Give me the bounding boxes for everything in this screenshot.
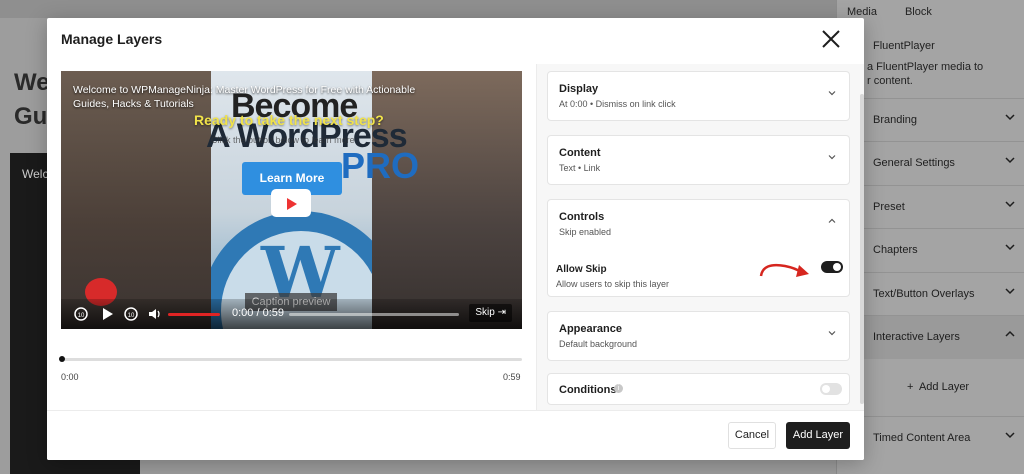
block-title: FluentPlayer <box>873 40 935 52</box>
controls-section[interactable]: Controls Skip enabled Allow Skip Allow u… <box>547 199 850 297</box>
skip-button[interactable]: Skip ⇥ <box>469 304 512 322</box>
chevron-down-icon <box>828 91 836 96</box>
section-subtitle: At 0:00 • Dismiss on link click <box>559 99 676 109</box>
layer-subline: Click the button below to learn more <box>211 135 355 145</box>
modal-footer: Cancel Add Layer <box>47 410 864 460</box>
seek-bar[interactable] <box>289 313 459 316</box>
panel-branding[interactable]: Branding <box>837 98 1024 142</box>
display-section[interactable]: Display At 0:00 • Dismiss on link click <box>547 71 850 121</box>
sidebar-add-layer-label: Add Layer <box>918 381 970 393</box>
chevron-up-icon <box>1005 330 1015 337</box>
settings-scrollbar[interactable] <box>860 94 864 404</box>
volume-icon[interactable] <box>147 306 163 322</box>
annotation-arrow-icon <box>759 263 809 277</box>
video-preview[interactable]: W Become A WordPress PRO Welcome to WPMa… <box>61 71 522 329</box>
thumbnail-text-pro: PRO <box>341 145 420 186</box>
forward-10-icon[interactable]: 10 <box>123 306 139 322</box>
time-display: 0:00 / 0:59 <box>232 307 284 319</box>
panel-preset[interactable]: Preset <box>837 185 1024 229</box>
modal-header: Manage Layers <box>47 18 864 64</box>
panel-label: Text/Button Overlays <box>873 288 975 300</box>
youtube-play-icon <box>271 189 311 217</box>
section-title: Controls <box>559 211 605 223</box>
timeline-handle[interactable] <box>59 356 65 362</box>
chevron-up-icon <box>828 218 836 223</box>
layer-headline: Ready to take the next step? <box>194 112 384 128</box>
layer-settings-panel: Display At 0:00 • Dismiss on link click … <box>536 64 864 410</box>
conditions-toggle[interactable] <box>820 383 842 395</box>
panel-label: Preset <box>873 201 905 213</box>
section-title: Appearance <box>559 323 622 335</box>
section-title: Display <box>559 83 599 95</box>
info-icon[interactable]: i <box>614 384 623 393</box>
section-title: Content <box>559 147 601 159</box>
chevron-down-icon <box>1005 244 1015 251</box>
timeline-end-time: 0:59 <box>503 372 521 382</box>
video-title: Welcome to WPManageNinja: Master WordPre… <box>73 84 416 110</box>
chevron-down-icon <box>828 331 836 336</box>
block-settings-sidebar: Media Block FluentPlayer a FluentPlayer … <box>836 0 1024 474</box>
allow-skip-label: Allow Skip <box>556 264 607 275</box>
section-subtitle: Default background <box>559 339 638 349</box>
layer-timeline[interactable] <box>59 356 522 362</box>
volume-slider[interactable] <box>168 313 220 316</box>
add-layer-button[interactable]: Add Layer <box>786 422 850 449</box>
chevron-down-icon <box>828 155 836 160</box>
timeline-start-time: 0:00 <box>61 372 79 382</box>
section-subtitle: Text • Link <box>559 163 601 173</box>
rewind-10-icon[interactable]: 10 <box>73 306 89 322</box>
manage-layers-modal: Manage Layers W Become A WordPress PRO W… <box>47 18 864 460</box>
editor-topbar <box>0 0 836 18</box>
panel-label: Interactive Layers <box>873 331 960 343</box>
allow-skip-description: Allow users to skip this layer <box>556 279 670 289</box>
sidebar-tabs: Media Block <box>837 0 1024 24</box>
chevron-down-icon <box>1005 432 1015 439</box>
section-subtitle: Skip enabled <box>559 227 612 237</box>
chevron-down-icon <box>1005 201 1015 208</box>
panel-text-button-overlays[interactable]: Text/Button Overlays <box>837 272 1024 316</box>
cancel-button[interactable]: Cancel <box>728 422 776 449</box>
chevron-down-icon <box>1005 157 1015 164</box>
svg-text:10: 10 <box>78 313 85 319</box>
skip-label: Skip <box>475 307 495 318</box>
player-controls: 10 10 0:00 / 0:59 Skip ⇥ <box>61 299 522 329</box>
chevron-down-icon <box>1005 114 1015 121</box>
panel-label: Branding <box>873 114 918 126</box>
appearance-section[interactable]: Appearance Default background <box>547 311 850 361</box>
chevron-down-icon <box>1005 288 1015 295</box>
panel-timed-content-area[interactable]: Timed Content Area <box>837 416 1024 460</box>
sidebar-add-layer-button[interactable]: + Add Layer <box>907 381 969 393</box>
block-description: a FluentPlayer media to r content. <box>867 61 984 87</box>
section-title: Conditions <box>559 384 617 396</box>
play-icon[interactable] <box>101 306 115 322</box>
panel-general-settings[interactable]: General Settings <box>837 141 1024 185</box>
panel-label: General Settings <box>873 157 955 169</box>
plus-icon: + <box>907 381 914 393</box>
content-section[interactable]: Content Text • Link <box>547 135 850 185</box>
allow-skip-toggle[interactable] <box>821 261 843 273</box>
panel-label: Chapters <box>873 244 918 256</box>
modal-title: Manage Layers <box>61 31 163 47</box>
svg-text:10: 10 <box>128 313 135 319</box>
panel-interactive-layers[interactable]: Interactive Layers <box>837 315 1024 359</box>
panel-label: Timed Content Area <box>873 432 971 444</box>
conditions-section[interactable]: Conditions i <box>547 373 850 405</box>
panel-chapters[interactable]: Chapters <box>837 228 1024 272</box>
tab-block[interactable]: Block <box>905 6 932 24</box>
close-icon[interactable] <box>820 28 842 50</box>
